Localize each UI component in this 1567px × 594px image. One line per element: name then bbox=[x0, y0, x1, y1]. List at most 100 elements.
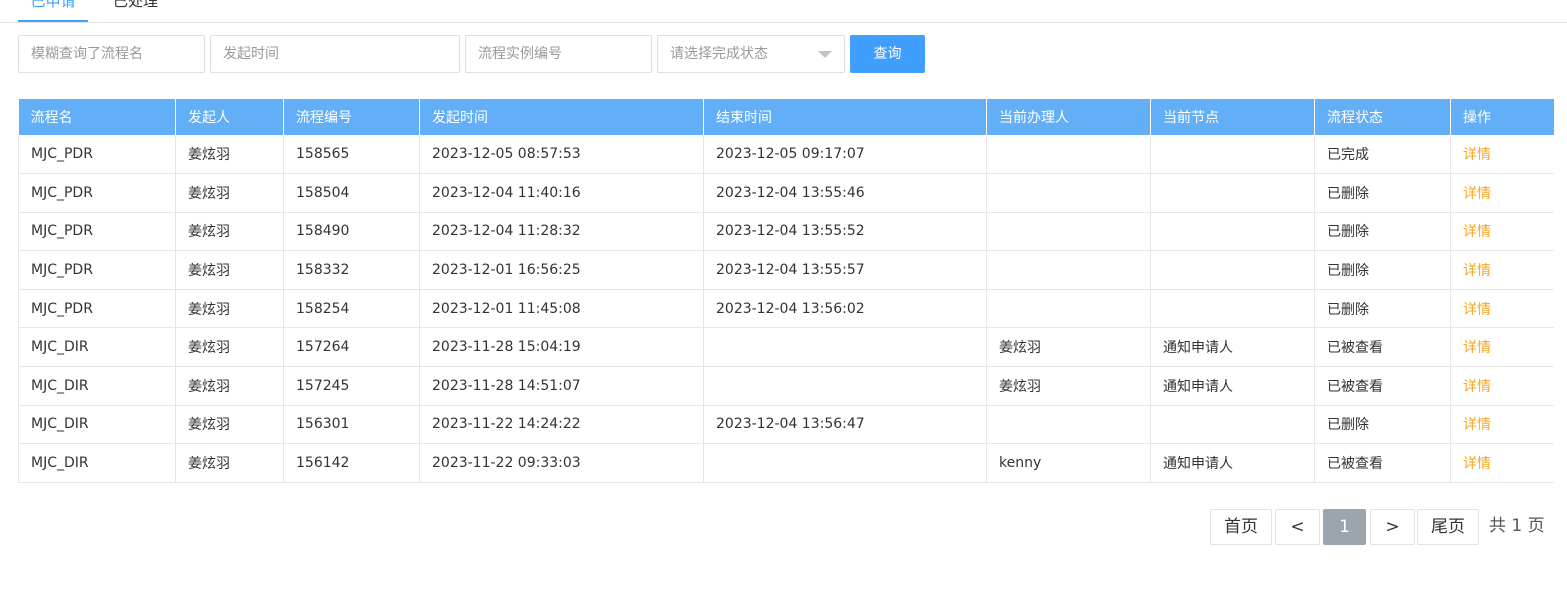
cell-status: 已完成 bbox=[1314, 135, 1451, 175]
cell-current-handler bbox=[986, 173, 1151, 213]
cell-initiator: 姜炫羽 bbox=[175, 173, 284, 213]
cell-current-node bbox=[1150, 135, 1315, 175]
cell-initiator: 姜炫羽 bbox=[175, 250, 284, 290]
cell-current-node: 通知申请人 bbox=[1150, 366, 1315, 406]
cell-status: 已被查看 bbox=[1314, 443, 1451, 483]
cell-start-time: 2023-12-04 11:40:16 bbox=[419, 173, 704, 213]
table-row: MJC_DIR 姜炫羽 156301 2023-11-22 14:24:22 2023-… bbox=[18, 405, 1554, 445]
status-select[interactable]: 请选择完成状态 bbox=[657, 35, 845, 73]
cell-end-time: 2023-12-04 13:55:57 bbox=[703, 250, 987, 290]
detail-link[interactable]: 详情 bbox=[1463, 302, 1491, 318]
cell-process-id: 158565 bbox=[283, 135, 420, 175]
cell-start-time: 2023-12-05 08:57:53 bbox=[419, 135, 704, 175]
cell-initiator: 姜炫羽 bbox=[175, 327, 284, 368]
cell-end-time: 2023-12-04 13:56:02 bbox=[703, 289, 987, 329]
cell-current-handler bbox=[986, 250, 1151, 290]
table-row: MJC_PDR 姜炫羽 158332 2023-12-01 16:56:25 2023-… bbox=[18, 250, 1554, 290]
cell-action: 详情 bbox=[1450, 366, 1554, 406]
column-header-action: 操作 bbox=[1450, 99, 1554, 135]
cell-process-id: 158254 bbox=[283, 289, 420, 329]
cell-process-name: MJC_PDR bbox=[18, 212, 176, 252]
cell-process-id: 156142 bbox=[283, 443, 420, 483]
cell-current-handler bbox=[986, 212, 1151, 252]
detail-link[interactable]: 详情 bbox=[1463, 263, 1491, 279]
cell-action: 详情 bbox=[1450, 289, 1554, 329]
cell-start-time: 2023-12-01 11:45:08 bbox=[419, 289, 704, 329]
cell-current-handler bbox=[986, 135, 1151, 175]
instance-number-input[interactable] bbox=[465, 35, 652, 73]
cell-end-time: 2023-12-04 13:55:52 bbox=[703, 212, 987, 252]
tab-applied[interactable]: 已申请 bbox=[18, 0, 88, 22]
current-page-button[interactable]: 1 bbox=[1323, 509, 1366, 545]
cell-initiator: 姜炫羽 bbox=[175, 366, 284, 406]
table-row: MJC_PDR 姜炫羽 158565 2023-12-05 08:57:53 2023-… bbox=[18, 135, 1554, 175]
detail-link[interactable]: 详情 bbox=[1463, 417, 1491, 433]
table-row: MJC_DIR 姜炫羽 157264 2023-11-28 15:04:19 姜炫羽 通知… bbox=[18, 327, 1554, 368]
cell-process-name: MJC_PDR bbox=[18, 289, 176, 329]
cell-process-id: 158332 bbox=[283, 250, 420, 290]
column-header-initiator: 发起人 bbox=[175, 99, 284, 135]
tab-processed[interactable]: 已处理 bbox=[113, 0, 158, 11]
detail-link[interactable]: 详情 bbox=[1463, 186, 1491, 202]
cell-current-node: 通知申请人 bbox=[1150, 443, 1315, 483]
detail-link[interactable]: 详情 bbox=[1463, 340, 1491, 356]
cell-process-id: 157245 bbox=[283, 366, 420, 406]
next-page-button[interactable]: > bbox=[1370, 509, 1415, 545]
cell-process-name: MJC_DIR bbox=[18, 443, 176, 483]
cell-status: 已被查看 bbox=[1314, 327, 1451, 368]
cell-current-handler: kenny bbox=[986, 443, 1151, 483]
cell-process-name: MJC_DIR bbox=[18, 366, 176, 406]
column-header-current-handler: 当前办理人 bbox=[986, 99, 1151, 135]
total-pages-label: 共 1 页 bbox=[1489, 516, 1545, 536]
process-name-search-input[interactable] bbox=[18, 35, 205, 73]
cell-end-time bbox=[703, 366, 987, 406]
cell-process-name: MJC_PDR bbox=[18, 173, 176, 213]
tab-bar: 已申请 已处理 bbox=[0, 0, 1567, 23]
table-row: MJC_PDR 姜炫羽 158504 2023-12-04 11:40:16 2023-… bbox=[18, 173, 1554, 213]
cell-process-id: 158490 bbox=[283, 212, 420, 252]
cell-status: 已删除 bbox=[1314, 289, 1451, 329]
cell-process-id: 157264 bbox=[283, 327, 420, 368]
cell-process-name: MJC_DIR bbox=[18, 327, 176, 368]
cell-current-handler: 姜炫羽 bbox=[986, 327, 1151, 368]
detail-link[interactable]: 详情 bbox=[1463, 147, 1491, 163]
cell-initiator: 姜炫羽 bbox=[175, 212, 284, 252]
detail-link[interactable]: 详情 bbox=[1463, 379, 1491, 395]
column-header-start-time: 发起时间 bbox=[419, 99, 704, 135]
cell-initiator: 姜炫羽 bbox=[175, 443, 284, 483]
cell-start-time: 2023-12-04 11:28:32 bbox=[419, 212, 704, 252]
cell-current-node bbox=[1150, 289, 1315, 329]
cell-action: 详情 bbox=[1450, 212, 1554, 252]
column-header-process-name: 流程名 bbox=[18, 99, 176, 135]
cell-current-handler: 姜炫羽 bbox=[986, 366, 1151, 406]
detail-link[interactable]: 详情 bbox=[1463, 224, 1491, 240]
column-header-status: 流程状态 bbox=[1314, 99, 1451, 135]
start-time-input[interactable] bbox=[210, 35, 460, 73]
prev-page-button[interactable]: < bbox=[1275, 509, 1320, 545]
cell-current-node bbox=[1150, 250, 1315, 290]
detail-link[interactable]: 详情 bbox=[1463, 456, 1491, 472]
cell-current-node: 通知申请人 bbox=[1150, 327, 1315, 368]
cell-current-node bbox=[1150, 405, 1315, 445]
first-page-button[interactable]: 首页 bbox=[1210, 509, 1272, 545]
column-header-process-id: 流程编号 bbox=[283, 99, 420, 135]
cell-initiator: 姜炫羽 bbox=[175, 405, 284, 445]
cell-start-time: 2023-12-01 16:56:25 bbox=[419, 250, 704, 290]
table-header-row: 流程名 发起人 流程编号 发起时间 结束时间 当前办理人 当前节点 流程状态 操… bbox=[18, 99, 1554, 135]
cell-end-time: 2023-12-04 13:56:47 bbox=[703, 405, 987, 445]
last-page-button[interactable]: 尾页 bbox=[1417, 509, 1479, 545]
cell-action: 详情 bbox=[1450, 443, 1554, 483]
cell-end-time bbox=[703, 443, 987, 483]
cell-action: 详情 bbox=[1450, 135, 1554, 175]
cell-start-time: 2023-11-28 15:04:19 bbox=[419, 327, 704, 368]
table-row: MJC_DIR 姜炫羽 156142 2023-11-22 09:33:03 kenny… bbox=[18, 443, 1554, 483]
cell-action: 详情 bbox=[1450, 327, 1554, 368]
cell-current-node bbox=[1150, 212, 1315, 252]
cell-status: 已删除 bbox=[1314, 250, 1451, 290]
cell-action: 详情 bbox=[1450, 405, 1554, 445]
column-header-current-node: 当前节点 bbox=[1150, 99, 1315, 135]
table-row: MJC_PDR 姜炫羽 158490 2023-12-04 11:28:32 2023-… bbox=[18, 212, 1554, 252]
chevron-down-icon bbox=[818, 51, 832, 58]
query-button[interactable]: 查询 bbox=[850, 35, 925, 73]
cell-status: 已被查看 bbox=[1314, 366, 1451, 406]
